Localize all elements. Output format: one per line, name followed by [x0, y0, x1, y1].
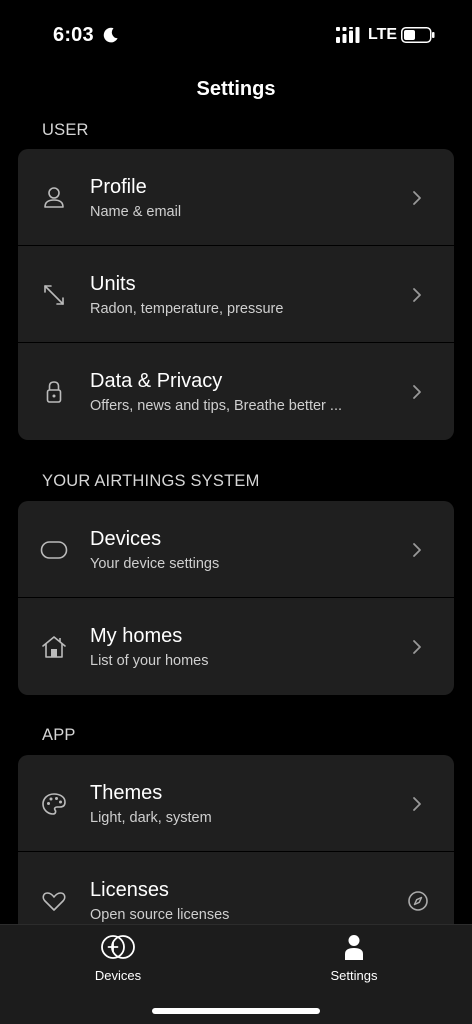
- settings-row-units[interactable]: Units Radon, temperature, pressure: [18, 246, 454, 343]
- row-title: Themes: [90, 782, 163, 804]
- settings-row-my-homes[interactable]: My homes List of your homes: [18, 598, 454, 695]
- expand-arrows-icon: [44, 285, 64, 305]
- heart-icon: [42, 892, 66, 911]
- row-title: Devices: [90, 528, 162, 550]
- signal-icon: [336, 27, 360, 43]
- row-subtitle: List of your homes: [90, 653, 209, 669]
- chevron-right-icon: [413, 797, 421, 811]
- user-icon: [345, 935, 363, 960]
- section-label-system: YOUR AIRTHINGS SYSTEM: [42, 472, 260, 490]
- compass-icon: [408, 891, 428, 911]
- row-subtitle: Open source licenses: [90, 907, 230, 923]
- network-type: LTE: [368, 26, 398, 43]
- chevron-right-icon: [413, 191, 421, 205]
- tab-settings[interactable]: Settings: [294, 925, 414, 995]
- tab-devices[interactable]: Devices: [58, 925, 178, 995]
- row-title: Units: [90, 273, 136, 295]
- person-icon: [44, 187, 64, 208]
- row-title: Licenses: [90, 879, 169, 901]
- row-title: Data & Privacy: [90, 370, 223, 392]
- page-title: Settings: [196, 78, 276, 100]
- house-icon: [42, 636, 66, 658]
- user-settings-card: Profile Name & email Units Radon, temper…: [18, 149, 454, 440]
- settings-row-themes[interactable]: Themes Light, dark, system: [18, 755, 454, 852]
- moon-icon: [103, 27, 118, 43]
- row-subtitle: Your device settings: [90, 556, 220, 572]
- home-indicator: [152, 1008, 320, 1014]
- device-icon: [40, 541, 68, 559]
- settings-row-licenses[interactable]: Licenses Open source licenses: [18, 852, 454, 924]
- app-settings-card: Themes Light, dark, system Licenses Open…: [18, 755, 454, 924]
- chevron-right-icon: [413, 640, 421, 654]
- status-bar: 6:03 LTE: [0, 0, 472, 70]
- row-subtitle: Light, dark, system: [90, 810, 212, 826]
- status-time: 6:03: [53, 24, 94, 46]
- row-title: My homes: [90, 625, 183, 647]
- section-label-app: APP: [42, 726, 76, 744]
- palette-icon: [42, 793, 66, 815]
- settings-row-devices[interactable]: Devices Your device settings: [18, 501, 454, 598]
- row-subtitle: Offers, news and tips, Breathe better ..…: [90, 398, 343, 414]
- lock-icon: [46, 381, 62, 403]
- add-device-icon: [101, 935, 135, 959]
- settings-row-data-privacy[interactable]: Data & Privacy Offers, news and tips, Br…: [18, 343, 454, 440]
- row-subtitle: Radon, temperature, pressure: [90, 301, 284, 317]
- system-settings-card: Devices Your device settings My homes Li…: [18, 501, 454, 695]
- settings-row-profile[interactable]: Profile Name & email: [18, 149, 454, 246]
- tab-label: Settings: [330, 968, 378, 983]
- tab-label: Devices: [94, 968, 142, 983]
- section-label-user: USER: [42, 121, 89, 139]
- battery-icon: [401, 27, 435, 43]
- row-title: Profile: [90, 176, 147, 198]
- chevron-right-icon: [413, 543, 421, 557]
- chevron-right-icon: [413, 385, 421, 399]
- chevron-right-icon: [413, 288, 421, 302]
- row-subtitle: Name & email: [90, 204, 182, 220]
